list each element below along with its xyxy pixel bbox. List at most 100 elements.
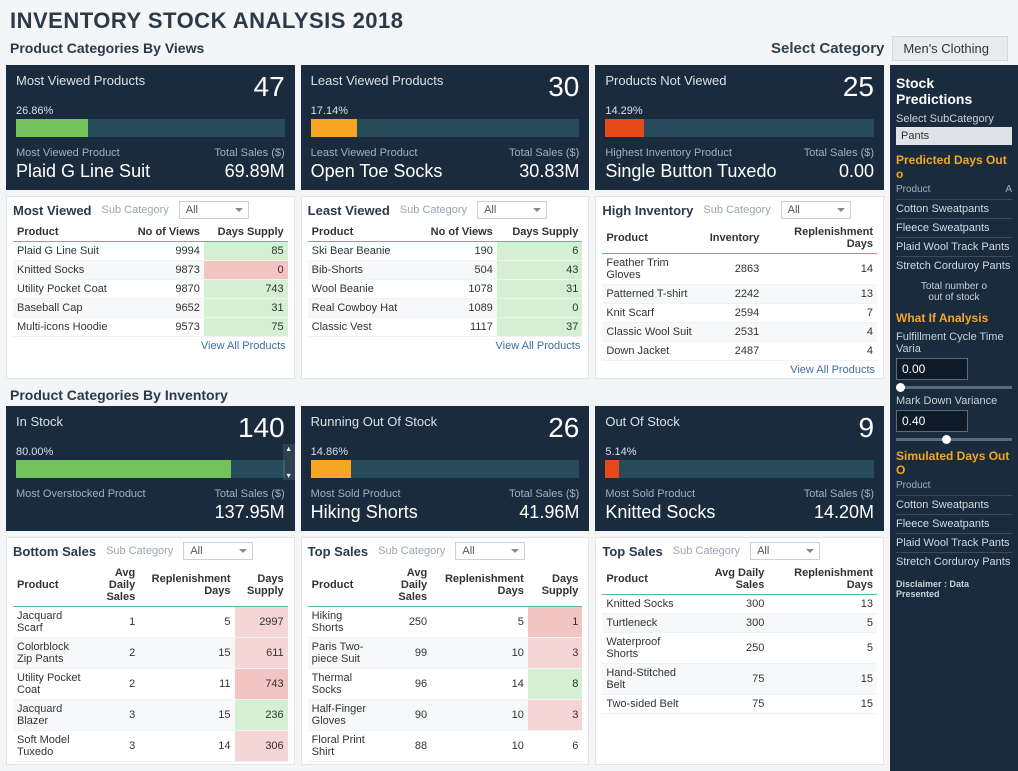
table-cell: Down Jacket	[602, 342, 705, 361]
col-header[interactable]: Avg Daily Sales	[692, 564, 768, 595]
list-item[interactable]: Fleece Sweatpants	[896, 514, 1012, 533]
table-cell: 5	[139, 607, 234, 638]
table-row[interactable]: Paris Two-piece Suit99103	[308, 638, 583, 669]
disclaimer: Disclaimer : Data Presented	[896, 579, 1012, 599]
table-row[interactable]: Feather Trim Gloves286314	[602, 254, 877, 285]
data-table: ProductInventoryReplenishment DaysFeathe…	[602, 223, 877, 361]
col-header[interactable]: Product	[602, 223, 705, 254]
table-cell: 1089	[416, 299, 497, 318]
table-row[interactable]: Waterproof Shorts2505	[602, 633, 877, 664]
subcategory-dropdown[interactable]: All	[455, 542, 525, 560]
col-header[interactable]: Product	[308, 564, 377, 607]
subcategory-dropdown[interactable]: All	[179, 201, 249, 219]
col-header[interactable]: Days Supply	[235, 564, 288, 607]
table-row[interactable]: Classic Vest111737	[308, 318, 583, 337]
mdv-input[interactable]	[896, 410, 968, 432]
table-cell: 9873	[124, 261, 203, 280]
col-header[interactable]: Inventory	[706, 223, 764, 254]
list-item[interactable]: Stretch Corduroy Pants	[896, 256, 1012, 275]
table-row[interactable]: Utility Pocket Coat9870743	[13, 280, 288, 299]
list-item[interactable]: Stretch Corduroy Pants	[896, 552, 1012, 571]
card-sub-right-label: Total Sales ($)	[214, 488, 284, 500]
col-header[interactable]: Days Supply	[204, 223, 288, 242]
table-cell: Real Cowboy Hat	[308, 299, 416, 318]
col-header[interactable]: Product	[13, 564, 87, 607]
total-note-1: Total number o	[921, 281, 987, 292]
table-row[interactable]: Bib-Shorts50443	[308, 261, 583, 280]
table-cell: 96	[377, 669, 431, 700]
table-cell: Multi-icons Hoodie	[13, 318, 124, 337]
subcategory-dropdown[interactable]: All	[750, 542, 820, 560]
col-header[interactable]: No of Views	[124, 223, 203, 242]
table-cell: 4	[763, 342, 877, 361]
view-all-link[interactable]: View All Products	[13, 337, 288, 352]
table-row[interactable]: Wool Beanie107831	[308, 280, 583, 299]
col-header[interactable]: Days Supply	[497, 223, 583, 242]
list-item[interactable]: Cotton Sweatpants	[896, 495, 1012, 514]
table-row[interactable]: Soft Model Tuxedo314306	[13, 731, 288, 762]
table-row[interactable]: Multi-icons Hoodie957375	[13, 318, 288, 337]
col-header[interactable]: Product	[602, 564, 692, 595]
table-row[interactable]: Knit Scarf25947	[602, 304, 877, 323]
table-row[interactable]: Hiking Shorts25051	[308, 607, 583, 638]
table-row[interactable]: Two-sided Belt7515	[602, 695, 877, 714]
list-item[interactable]: Fleece Sweatpants	[896, 218, 1012, 237]
table-row[interactable]: Knitted Socks30013	[602, 595, 877, 614]
scroll-indicator[interactable]: ▴▾	[283, 444, 295, 480]
select-category-label: Select Category	[771, 40, 884, 57]
table-cell: 4	[763, 323, 877, 342]
col-header[interactable]: Replenishment Days	[431, 564, 528, 607]
table-row[interactable]: Down Jacket24874	[602, 342, 877, 361]
table-row[interactable]: Colorblock Zip Pants215611	[13, 638, 288, 669]
subcategory-dropdown[interactable]: All	[781, 201, 851, 219]
card-label: Least Viewed Products	[311, 73, 444, 88]
col-header[interactable]: Avg Daily Sales	[87, 564, 139, 607]
progress-bar	[605, 460, 874, 478]
col-header[interactable]: Product	[13, 223, 124, 242]
table-row[interactable]: Plaid G Line Suit999485	[13, 242, 288, 261]
table-row[interactable]: Floral Print Shirt88106	[308, 731, 583, 762]
table-row[interactable]: Half-Finger Gloves90103	[308, 700, 583, 731]
mdv-slider[interactable]	[896, 438, 1012, 441]
table-cell: 2594	[706, 304, 764, 323]
table-cell: 10	[431, 638, 528, 669]
view-all-link[interactable]: View All Products	[602, 361, 877, 376]
table-row[interactable]: Hand-Stitched Belt7515	[602, 664, 877, 695]
table-cell: 7	[763, 304, 877, 323]
fcv-input[interactable]	[896, 358, 968, 380]
fcv-slider[interactable]	[896, 386, 1012, 389]
table-row[interactable]: Patterned T-shirt224213	[602, 285, 877, 304]
table-row[interactable]: Classic Wool Suit25314	[602, 323, 877, 342]
card-value-left: Open Toe Socks	[311, 161, 443, 182]
subcategory-dropdown[interactable]: All	[477, 201, 547, 219]
table-row[interactable]: Utility Pocket Coat211743	[13, 669, 288, 700]
col-header[interactable]: Days Supply	[528, 564, 583, 607]
table-cell: 250	[692, 633, 768, 664]
list-item[interactable]: Cotton Sweatpants	[896, 199, 1012, 218]
subcategory-dropdown[interactable]: All	[183, 542, 253, 560]
col-header[interactable]: Product	[308, 223, 416, 242]
table-row[interactable]: Baseball Cap965231	[13, 299, 288, 318]
table-cell: 75	[692, 664, 768, 695]
table-row[interactable]: Turtleneck3005	[602, 614, 877, 633]
table-cell: Feather Trim Gloves	[602, 254, 705, 285]
table-row[interactable]: Real Cowboy Hat10890	[308, 299, 583, 318]
table-row[interactable]: Thermal Socks96148	[308, 669, 583, 700]
list-item[interactable]: Plaid Wool Track Pants	[896, 237, 1012, 256]
col-header[interactable]: No of Views	[416, 223, 497, 242]
table-row[interactable]: Jacquard Scarf152997	[13, 607, 288, 638]
col-header[interactable]: Avg Daily Sales	[377, 564, 431, 607]
table-row[interactable]: Jacquard Blazer315236	[13, 700, 288, 731]
list-item[interactable]: Plaid Wool Track Pants	[896, 533, 1012, 552]
table-row[interactable]: Knitted Socks98730	[13, 261, 288, 280]
select-subcategory-input[interactable]	[896, 127, 1012, 145]
select-category-dropdown[interactable]: Men's Clothing	[892, 36, 1008, 61]
subcategory-label: Sub Category	[400, 204, 467, 216]
view-all-link[interactable]: View All Products	[308, 337, 583, 352]
col-header[interactable]: Replenishment Days	[768, 564, 877, 595]
table-row[interactable]: Ski Bear Beanie1906	[308, 242, 583, 261]
col-header[interactable]: Replenishment Days	[763, 223, 877, 254]
col-header[interactable]: Replenishment Days	[139, 564, 234, 607]
table-cell: Floral Print Shirt	[308, 731, 377, 762]
card-least-viewed: Least Viewed Products3017.14%Least Viewe…	[301, 65, 590, 190]
